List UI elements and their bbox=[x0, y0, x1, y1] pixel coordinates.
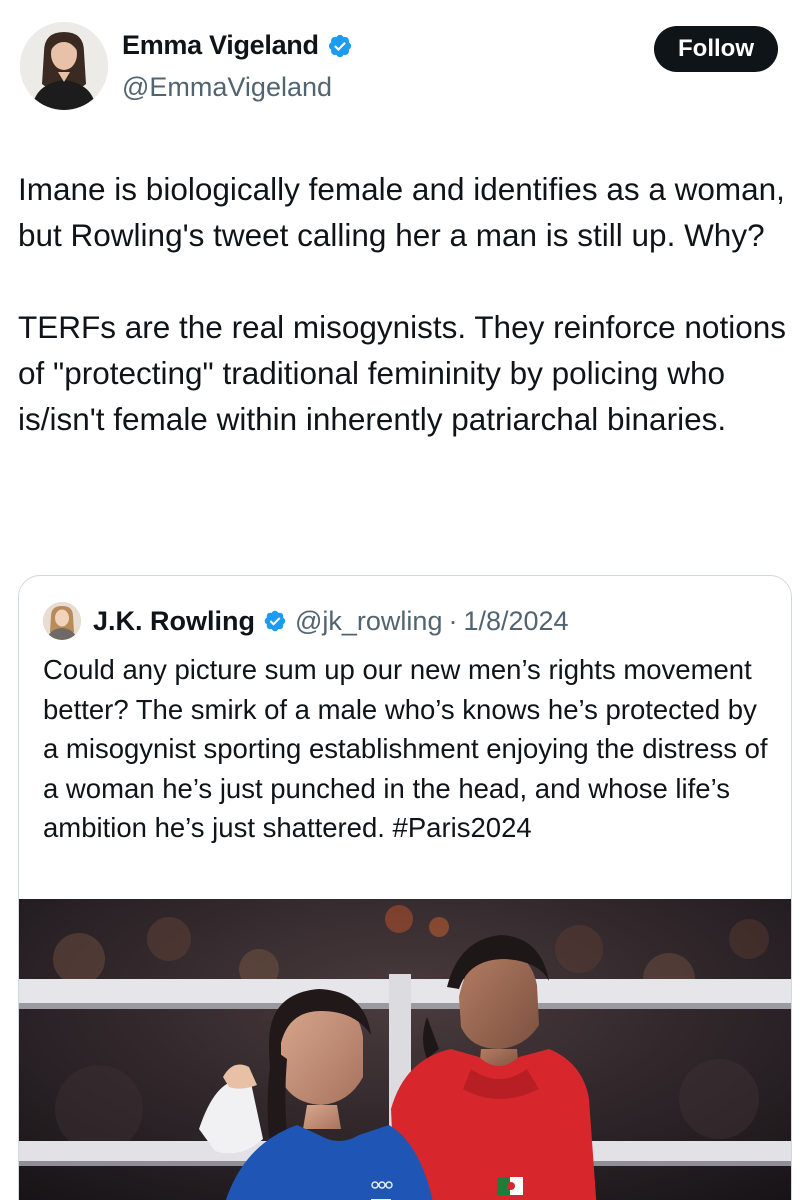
quoted-author-handle[interactable]: @jk_rowling bbox=[295, 606, 442, 637]
follow-button[interactable]: Follow bbox=[654, 26, 778, 72]
author-avatar[interactable] bbox=[20, 22, 108, 110]
verified-badge-icon bbox=[328, 34, 351, 57]
author-display-name[interactable]: Emma Vigeland bbox=[122, 30, 319, 61]
quoted-tweet-photo[interactable] bbox=[19, 899, 791, 1200]
tweet-paragraph-2: TERFs are the real misogynists. They rei… bbox=[18, 309, 786, 437]
author-name-row: Emma Vigeland bbox=[122, 30, 353, 61]
tweet-paragraph-1: Imane is biologically female and identif… bbox=[18, 171, 785, 253]
author-handle[interactable]: @EmmaVigeland bbox=[122, 72, 332, 103]
quoted-verified-badge-icon bbox=[264, 610, 286, 632]
quoted-tweet-header: J.K. Rowling @jk_rowling · 1/8/2024 bbox=[43, 602, 569, 640]
profile-photo-icon bbox=[20, 22, 108, 110]
separator-dot: · bbox=[448, 605, 458, 636]
quoted-tweet-date[interactable]: 1/8/2024 bbox=[463, 606, 568, 637]
tweet-header: Emma Vigeland @EmmaVigeland Follow bbox=[0, 0, 810, 130]
tweet-body: Imane is biologically female and identif… bbox=[18, 166, 788, 442]
boxing-ring-photo-icon bbox=[19, 899, 791, 1200]
quoted-tweet-card[interactable]: J.K. Rowling @jk_rowling · 1/8/2024 Coul… bbox=[18, 575, 792, 1200]
quoted-author-avatar[interactable] bbox=[43, 602, 81, 640]
quoted-tweet-text: Could any picture sum up our new men’s r… bbox=[43, 654, 768, 843]
quoted-author-name[interactable]: J.K. Rowling bbox=[93, 606, 255, 637]
quoted-profile-photo-icon bbox=[43, 602, 81, 640]
